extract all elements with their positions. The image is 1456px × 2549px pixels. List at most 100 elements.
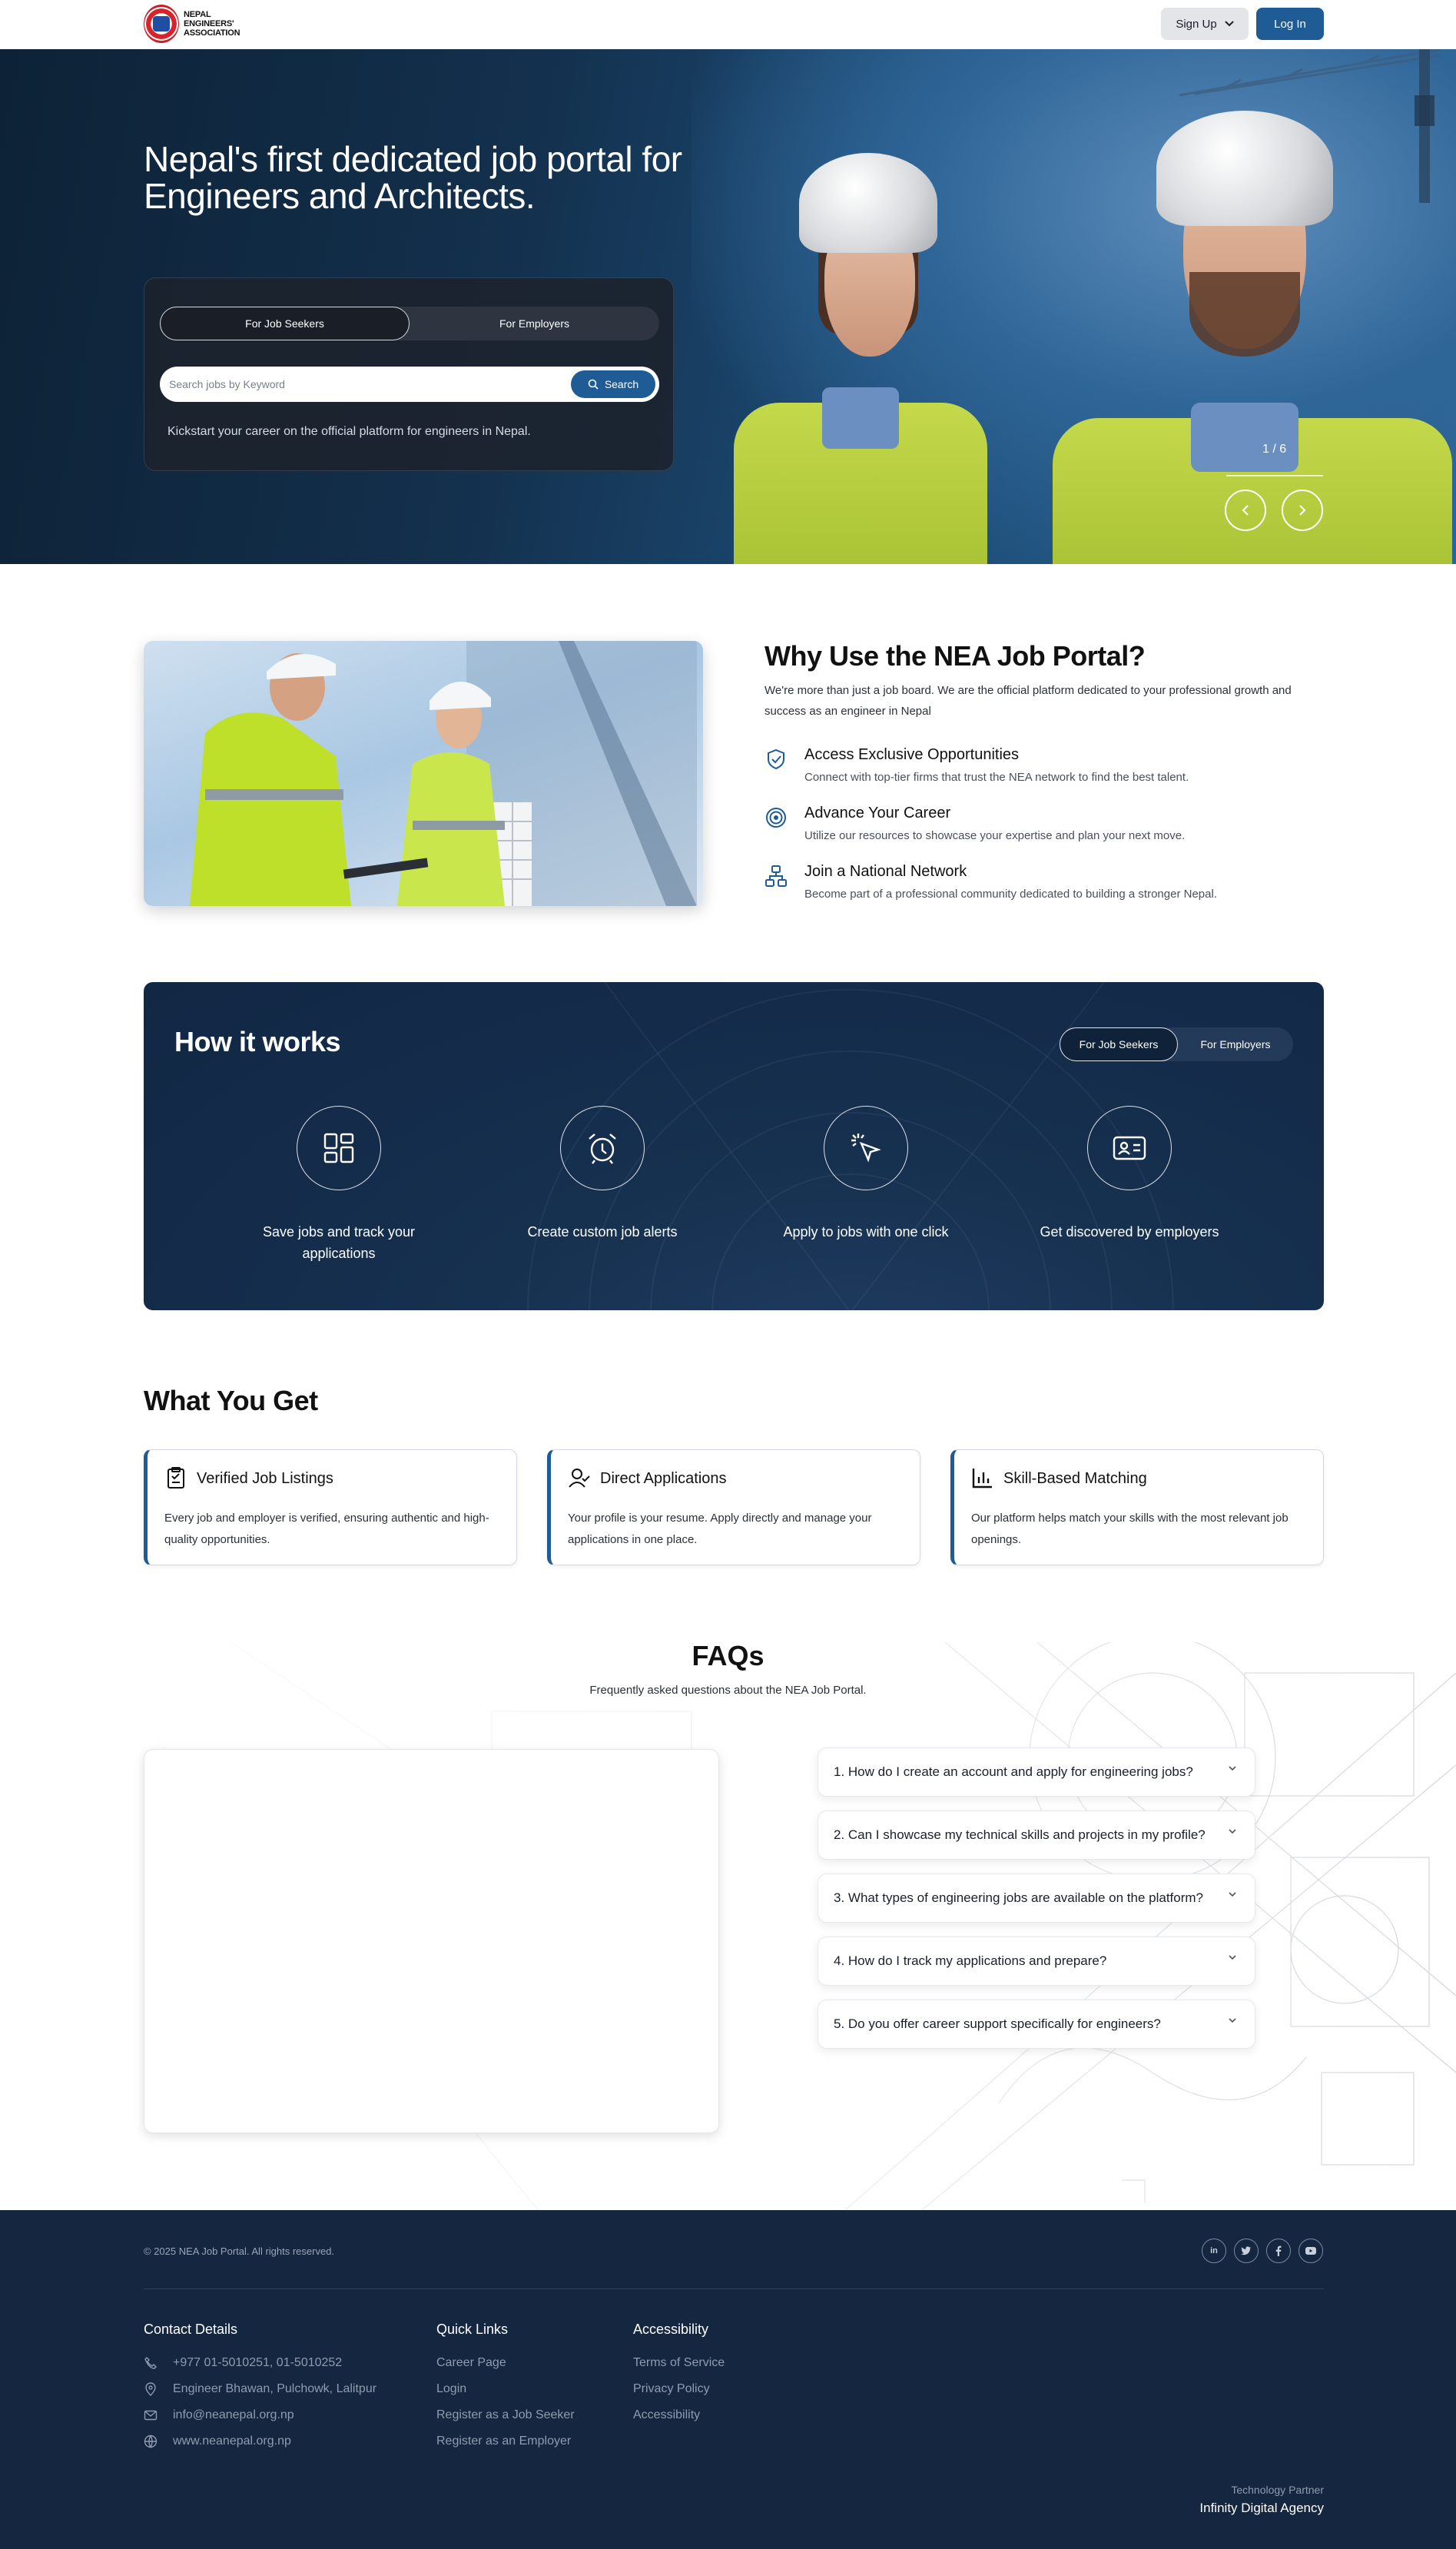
address-text: Engineer Bhawan, Pulchowk, Lalitpur	[173, 2382, 377, 2395]
site-footer: © 2025 NEA Job Portal. All rights reserv…	[0, 2210, 1456, 2549]
contact-email[interactable]: info@neanepal.org.np	[144, 2408, 294, 2422]
chevron-down-icon	[1229, 1892, 1236, 1897]
card-title: Verified Job Listings	[197, 1470, 333, 1487]
bar-chart-icon	[972, 1469, 992, 1489]
card-desc: Our platform helps match your skills wit…	[971, 1512, 1289, 1546]
link-register-job-seeker[interactable]: Register as a Job Seeker	[436, 2408, 575, 2422]
technology-partner-label: Technology Partner	[1231, 2484, 1324, 2496]
linkedin-icon[interactable]: in	[1202, 2239, 1226, 2263]
step-label: Create custom job alerts	[527, 1224, 678, 1240]
search-input[interactable]	[169, 371, 553, 397]
search-bar: Search	[160, 367, 659, 402]
chevron-right-icon	[1299, 505, 1306, 516]
job-search-card: For Job Seekers For Employers Search Kic…	[144, 277, 674, 471]
website-text: www.neanepal.org.np	[173, 2434, 291, 2448]
top-navbar: NEPAL ENGINEERS' ASSOCIATION Sign Up Log…	[0, 0, 1456, 49]
shield-check-icon	[768, 748, 784, 770]
feature-title: Advance Your Career	[804, 805, 951, 821]
alarm-clock-icon	[589, 1133, 616, 1164]
tab-employers[interactable]: For Employers	[410, 307, 659, 340]
contact-heading: Contact Details	[144, 2322, 238, 2337]
card-skill-matching: Skill-Based Matching Our platform helps …	[950, 1449, 1324, 1565]
feature-desc: Utilize our resources to showcase your e…	[804, 829, 1186, 842]
technology-partner-link[interactable]: Infinity Digital Agency	[1199, 2501, 1324, 2516]
id-card-icon	[1113, 1136, 1146, 1160]
chevron-down-icon	[1224, 21, 1234, 27]
accessibility-heading: Accessibility	[633, 2322, 709, 2337]
why-title: Why Use the NEA Job Portal?	[764, 640, 1146, 672]
faq-question: 1. How do I create an account and apply …	[834, 1764, 1193, 1779]
hero-subtitle: Kickstart your career on the official pl…	[167, 425, 531, 438]
card-desc: Your profile is your resume. Apply direc…	[568, 1512, 872, 1546]
phone-text: +977 01-5010251, 01-5010252	[173, 2356, 343, 2369]
audience-toggle: For Job Seekers For Employers	[160, 307, 659, 340]
dashboard-grid-icon	[323, 1133, 354, 1163]
engineers-illustration	[190, 641, 697, 906]
link-accessibility[interactable]: Accessibility	[633, 2408, 700, 2422]
tab-job-seekers[interactable]: For Job Seekers	[160, 307, 410, 340]
link-privacy[interactable]: Privacy Policy	[633, 2382, 710, 2396]
logo-text: NEPAL ENGINEERS' ASSOCIATION	[184, 10, 240, 38]
login-button[interactable]: Log In	[1256, 8, 1324, 40]
nea-seal-icon	[144, 5, 179, 43]
faq-question: 4. How do I track my applications and pr…	[834, 1953, 1107, 1968]
link-register-employer[interactable]: Register as an Employer	[436, 2434, 571, 2448]
engineers-site-photo	[144, 641, 703, 906]
feature-title: Access Exclusive Opportunities	[804, 746, 1020, 763]
slide-prev-button[interactable]	[1225, 490, 1266, 531]
faq-item-1[interactable]: 1. How do I create an account and apply …	[818, 1747, 1255, 1797]
search-icon	[588, 379, 599, 390]
how-tab-job-seekers[interactable]: For Job Seekers	[1060, 1027, 1178, 1061]
card-verified-listings: Verified Job Listings Every job and empl…	[144, 1449, 517, 1565]
contact-website[interactable]: www.neanepal.org.np	[144, 2434, 291, 2448]
phone-icon	[144, 2357, 157, 2369]
faq-item-5[interactable]: 5. Do you offer career support specifica…	[818, 2000, 1255, 2049]
youtube-icon[interactable]	[1298, 2239, 1323, 2263]
nea-logo[interactable]: NEPAL ENGINEERS' ASSOCIATION	[144, 5, 240, 43]
card-direct-applications: Direct Applications Your profile is your…	[547, 1449, 920, 1565]
email-text: info@neanepal.org.np	[173, 2408, 294, 2421]
feature-desc: Become part of a professional community …	[804, 888, 1217, 901]
feature-title: Join a National Network	[804, 863, 967, 880]
card-title: Skill-Based Matching	[1003, 1470, 1147, 1487]
step-save-jobs: Save jobs and track your applications	[231, 1106, 446, 1264]
feature-desc: Connect with top-tier firms that trust t…	[804, 771, 1189, 784]
signup-label: Sign Up	[1176, 17, 1217, 31]
network-icon	[765, 865, 787, 887]
faq-question: 5. Do you offer career support specifica…	[834, 2016, 1161, 2031]
link-terms[interactable]: Terms of Service	[633, 2356, 725, 2370]
contact-address: Engineer Bhawan, Pulchowk, Lalitpur	[144, 2382, 376, 2396]
step-get-discovered: Get discovered by employers	[1022, 1106, 1237, 1243]
slide-progress-line	[1226, 475, 1323, 476]
chevron-down-icon	[1229, 1955, 1236, 1960]
copyright-text: © 2025 NEA Job Portal. All rights reserv…	[144, 2245, 335, 2257]
step-label: Get discovered by employers	[1040, 1224, 1219, 1240]
link-login[interactable]: Login	[436, 2382, 466, 2396]
faq-title: FAQs	[692, 1640, 764, 1671]
hero-title: Nepal's first dedicated job portal for E…	[144, 139, 682, 216]
faq-question: 3. What types of engineering jobs are av…	[834, 1890, 1204, 1905]
how-it-works-section: How it works For Job Seekers For Employe…	[144, 982, 1324, 1310]
faq-item-3[interactable]: 3. What types of engineering jobs are av…	[818, 1874, 1255, 1923]
user-check-icon	[569, 1469, 590, 1488]
card-desc: Every job and employer is verified, ensu…	[164, 1512, 489, 1546]
quick-links-heading: Quick Links	[436, 2322, 509, 2337]
hero-engineers-photo	[692, 49, 1456, 564]
twitter-icon[interactable]	[1234, 2239, 1259, 2263]
chevron-left-icon	[1242, 505, 1249, 516]
faq-item-2[interactable]: 2. Can I showcase my technical skills an…	[818, 1811, 1255, 1860]
link-career-page[interactable]: Career Page	[436, 2356, 506, 2370]
step-job-alerts: Create custom job alerts	[495, 1106, 710, 1243]
target-icon	[766, 808, 786, 828]
slide-next-button[interactable]	[1282, 490, 1323, 531]
faq-subtitle: Frequently asked questions about the NEA…	[589, 1684, 867, 1697]
search-button[interactable]: Search	[571, 370, 655, 398]
facebook-icon[interactable]	[1266, 2239, 1291, 2263]
how-audience-toggle: For Job Seekers For Employers	[1060, 1027, 1293, 1061]
signup-dropdown-button[interactable]: Sign Up	[1161, 8, 1249, 40]
chevron-down-icon	[1229, 1829, 1236, 1834]
step-label: Apply to jobs with one click	[783, 1224, 949, 1240]
faq-media-panel	[144, 1749, 719, 2133]
faq-item-4[interactable]: 4. How do I track my applications and pr…	[818, 1937, 1255, 1986]
how-tab-employers[interactable]: For Employers	[1178, 1027, 1293, 1061]
